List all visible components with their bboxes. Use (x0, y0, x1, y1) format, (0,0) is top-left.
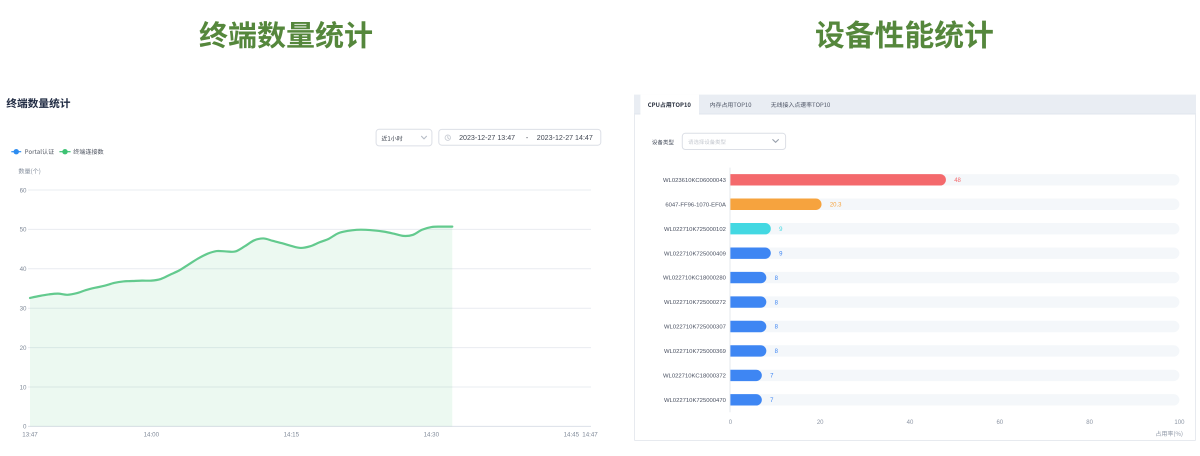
svg-text:40: 40 (20, 266, 27, 273)
svg-text:48: 48 (954, 178, 961, 184)
svg-text:20: 20 (20, 345, 27, 352)
svg-text:WL022710K725000369: WL022710K725000369 (664, 349, 726, 355)
svg-text:20.3: 20.3 (830, 202, 842, 208)
svg-text:30: 30 (20, 306, 27, 313)
svg-text:2023-12-27 13:47: 2023-12-27 13:47 (459, 134, 515, 142)
svg-text:2023-12-27 14:47: 2023-12-27 14:47 (537, 134, 593, 142)
svg-text:WL022710K725000409: WL022710K725000409 (664, 251, 726, 257)
svg-text:80: 80 (1086, 420, 1093, 426)
svg-text:10: 10 (20, 384, 27, 391)
svg-text:WL022710KC18000280: WL022710KC18000280 (663, 276, 727, 282)
svg-text:60: 60 (996, 420, 1003, 426)
svg-text:WL022710K725000272: WL022710K725000272 (664, 300, 726, 306)
svg-text:14:30: 14:30 (424, 431, 440, 438)
svg-text:WL023610KC06000043: WL023610KC06000043 (663, 178, 727, 184)
svg-text:13:47: 13:47 (22, 431, 38, 438)
svg-text:14:15: 14:15 (284, 431, 300, 438)
svg-text:60: 60 (20, 187, 27, 194)
svg-text:0: 0 (23, 424, 27, 431)
svg-text:WL022710K725000102: WL022710K725000102 (664, 227, 726, 233)
svg-text:14:45: 14:45 (564, 431, 580, 438)
svg-text:40: 40 (907, 420, 914, 426)
svg-text:100: 100 (1174, 420, 1185, 426)
svg-text:20: 20 (817, 420, 824, 426)
svg-text:14:00: 14:00 (144, 431, 160, 438)
svg-text:WL022710K725000470: WL022710K725000470 (664, 398, 727, 404)
svg-text:50: 50 (20, 227, 27, 234)
svg-text:14:47: 14:47 (582, 431, 598, 438)
svg-text:WL022710K725000307: WL022710K725000307 (664, 325, 726, 331)
svg-text:6047-FF96-1070-EF0A: 6047-FF96-1070-EF0A (665, 202, 726, 208)
svg-text:WL022710KC18000372: WL022710KC18000372 (663, 374, 726, 380)
